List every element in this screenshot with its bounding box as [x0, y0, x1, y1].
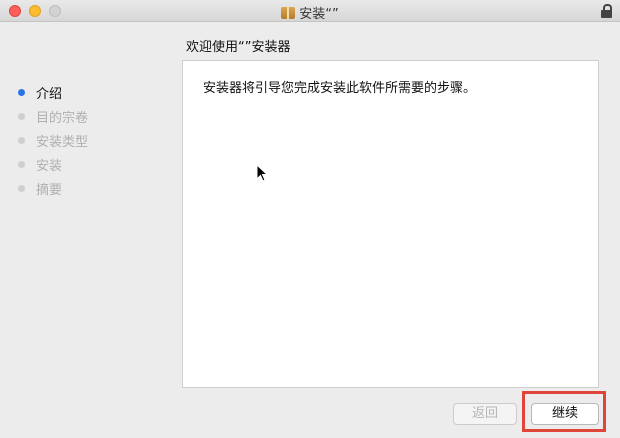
step-label: 目的宗卷 — [36, 110, 89, 126]
step-summary: 摘要 — [18, 176, 88, 200]
intro-text: 安装器将引导您完成安装此软件所需要的步骤。 — [203, 81, 477, 96]
window-title: 安装“” — [0, 3, 620, 22]
step-indicator-icon — [18, 184, 25, 192]
mouse-pointer-icon — [256, 164, 268, 182]
content-panel: 安装器将引导您完成安装此软件所需要的步骤。 — [182, 60, 599, 388]
step-list: 介绍 目的宗卷 安装类型 安装 摘要 — [18, 80, 88, 200]
step-indicator-icon — [18, 88, 25, 96]
step-indicator-icon — [18, 136, 25, 144]
step-indicator-icon — [18, 160, 25, 168]
back-button[interactable]: 返回 — [453, 403, 517, 425]
step-label: 摘要 — [36, 182, 63, 198]
step-installation-type: 安装类型 — [18, 128, 88, 152]
window-title-text: 安装“” — [299, 7, 339, 22]
step-introduction: 介绍 — [18, 80, 88, 104]
step-label: 介绍 — [36, 86, 63, 102]
installer-window: 安装“” 欢迎使用“”安装器 介绍 目的宗卷 安装类型 安装 摘要 安装器将引导… — [0, 0, 620, 438]
step-destination: 目的宗卷 — [18, 104, 88, 128]
step-label: 安装类型 — [36, 134, 89, 150]
step-indicator-icon — [18, 112, 25, 120]
lock-icon — [601, 4, 612, 18]
page-title: 欢迎使用“”安装器 — [186, 40, 291, 55]
continue-button-highlight — [522, 391, 606, 432]
package-icon — [281, 7, 296, 19]
title-bar: 安装“” — [0, 0, 620, 22]
step-label: 安装 — [36, 158, 63, 174]
step-install: 安装 — [18, 152, 88, 176]
